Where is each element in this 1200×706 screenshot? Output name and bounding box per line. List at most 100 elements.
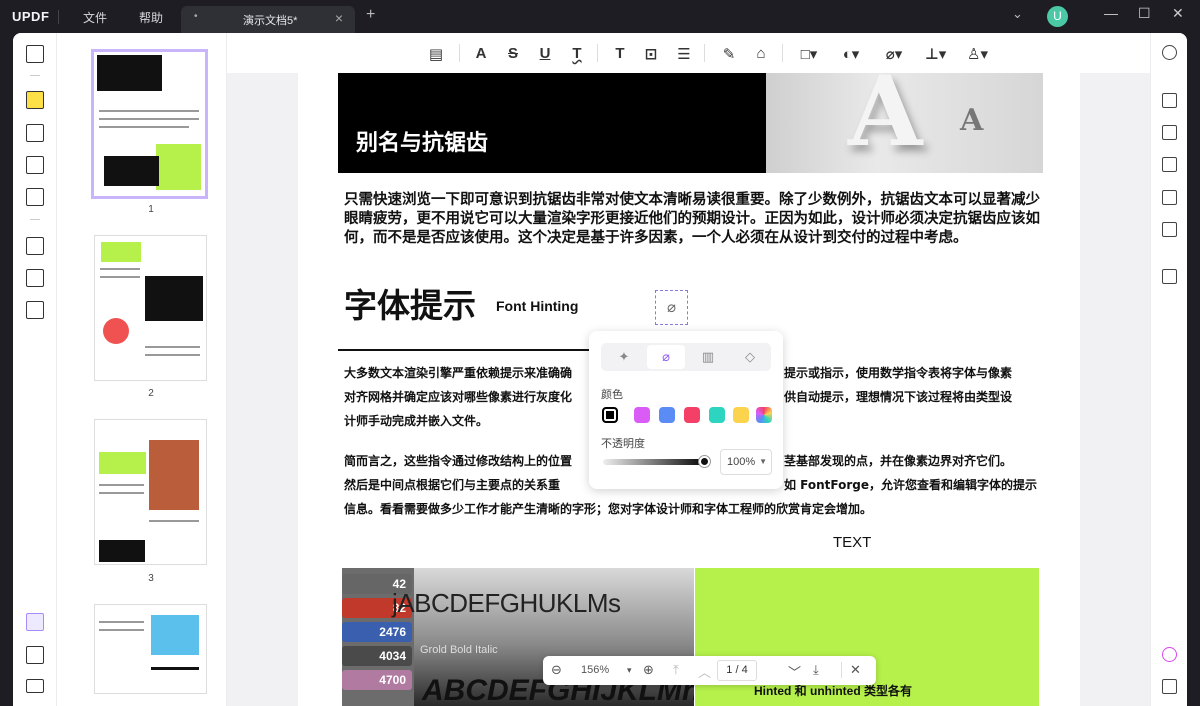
squiggly-icon[interactable]: T (567, 45, 587, 62)
note-icon[interactable]: ☰ (674, 45, 694, 63)
zoom-in-icon[interactable]: ⊕ (643, 662, 654, 678)
eraser-icon[interactable]: ⌂ (751, 45, 771, 62)
protect-icon[interactable] (26, 301, 44, 319)
signature-icon[interactable]: ♙▾ (967, 45, 988, 63)
close-icon[interactable]: ✕ (841, 662, 861, 678)
thumbnail-page-2[interactable] (94, 235, 207, 381)
color-swatch-black[interactable] (602, 407, 618, 423)
attachment-annotation-icon[interactable]: ⌀ (655, 290, 688, 325)
tab-title: 演示文档5* (243, 15, 298, 27)
tab-close-icon[interactable]: × (335, 10, 343, 26)
color-swatch-red[interactable] (684, 407, 700, 423)
opacity-label: 不透明度 (601, 438, 645, 450)
document-tab[interactable]: • 演示文档5* × (181, 6, 355, 33)
section-heading-en: Font Hinting (496, 298, 579, 314)
reader-icon[interactable] (26, 45, 44, 63)
color-swatch-yellow[interactable] (733, 407, 749, 423)
paragraph-line: 简而言之，这些指令通过修改结构上的位置 (344, 454, 573, 468)
strikethrough-icon[interactable]: S (503, 45, 523, 62)
current-page: 1 (726, 664, 733, 676)
zoom-level[interactable]: 156% (581, 664, 609, 676)
last-page-icon[interactable]: ⤓ (813, 662, 819, 678)
text-icon[interactable]: T (610, 45, 630, 62)
opacity-select[interactable]: 100% ▼ (720, 449, 772, 475)
color-swatch-magenta[interactable] (634, 407, 650, 423)
left-toolbar (13, 33, 57, 706)
key-label: 4034 (342, 646, 412, 666)
avatar[interactable]: U (1047, 6, 1068, 27)
menu-file[interactable]: 文件 (83, 9, 107, 26)
right-toolbar (1150, 33, 1187, 706)
edit-pdf-icon[interactable] (26, 124, 44, 142)
next-page-icon[interactable]: ﹀ (788, 662, 801, 681)
maximize-button[interactable]: ☐ (1138, 5, 1151, 22)
underline-icon[interactable]: U (535, 45, 555, 62)
opacity-slider[interactable] (603, 459, 707, 465)
app-logo: UPDF (12, 9, 50, 24)
comment-mode-icon[interactable] (26, 91, 44, 109)
first-page-icon[interactable]: ⤒ (673, 662, 679, 678)
search-icon[interactable] (1162, 45, 1177, 60)
divider (782, 44, 783, 62)
chevron-down-icon: ▼ (759, 457, 767, 466)
page-layout-icon[interactable] (26, 156, 44, 174)
opacity-slider-handle[interactable] (699, 456, 710, 467)
paragraph-line: 茎基部发现的点，并在像素边界对齐它们。 (784, 454, 1013, 468)
stamp-icon[interactable]: ⊥▾ (925, 45, 946, 63)
page-navigation-bar: ⊖ 156% ▾ ⊕ ⤒ ︿ 1 / 4 ﹀ ⤓ ✕ (543, 656, 876, 685)
bookmark-icon[interactable] (26, 646, 44, 664)
protect-file-icon[interactable] (1162, 157, 1177, 172)
icon-type-tabs: ✦ ⌀ ▥ ◇ (601, 343, 771, 371)
layers-icon[interactable] (26, 613, 44, 631)
section-heading: 字体提示 (344, 286, 476, 325)
prev-page-icon[interactable]: ︿ (698, 662, 711, 681)
tag-icon[interactable]: ◇ (731, 345, 769, 369)
thumbnail-page-3[interactable] (94, 419, 207, 565)
thumbnail-number: 3 (148, 573, 154, 584)
color-swatch-teal[interactable] (709, 407, 725, 423)
share-icon[interactable] (1162, 190, 1177, 205)
thumbnail-page-1[interactable] (91, 49, 208, 199)
font-sample-image: 42 82 2476 4034 4700 jABCDEFGHUKLMs Grol… (342, 568, 694, 706)
pencil-icon[interactable]: ✎ (719, 45, 739, 63)
organize-pages-icon[interactable] (26, 237, 44, 255)
opacity-value: 100% (727, 456, 756, 468)
shape-icon[interactable]: □▾ (799, 45, 819, 63)
tabs-dropdown-icon[interactable]: ⌄ (1012, 6, 1023, 22)
new-tab-button[interactable]: + (366, 6, 375, 24)
hero-letter-small: A (960, 103, 984, 138)
ai-assistant-icon[interactable] (1162, 647, 1177, 662)
textbox-icon[interactable]: ⊡ (641, 45, 661, 63)
color-label: 颜色 (601, 389, 623, 401)
thumbnail-number: 1 (148, 204, 154, 215)
attachment-panel-icon[interactable] (26, 679, 44, 693)
paragraph-line: 然后是中间点根据它们与主要点的关系重 (344, 478, 561, 492)
app-frame: 1 2 3 ▤ A S U T T ⊡ ☰ ✎ ⌂ □▾ ◐▾ ⌀▾ ⊥▾ ♙▾… (13, 33, 1187, 706)
minimize-button[interactable]: — (1104, 5, 1118, 21)
page-number-input[interactable]: 1 / 4 (717, 660, 757, 681)
unsaved-dot-icon: • (194, 11, 198, 22)
color-picker-rainbow[interactable] (756, 407, 772, 423)
email-icon[interactable] (1162, 222, 1177, 237)
form-icon[interactable] (26, 188, 44, 206)
key-label: 4700 (342, 670, 412, 690)
close-window-button[interactable]: ✕ (1172, 5, 1184, 22)
zoom-out-icon[interactable]: ⊖ (551, 662, 562, 678)
comment-icon[interactable]: ▤ (426, 45, 446, 63)
highlight-icon[interactable]: A (471, 45, 491, 62)
ocr-icon[interactable] (1162, 93, 1177, 108)
convert-icon[interactable] (1162, 125, 1177, 140)
chevron-down-icon[interactable]: ▾ (627, 665, 632, 676)
save-icon[interactable] (1162, 269, 1177, 284)
document-view: ▤ A S U T T ⊡ ☰ ✎ ⌂ □▾ ◐▾ ⌀▾ ⊥▾ ♙▾ 别名与抗锯… (227, 33, 1150, 706)
crop-icon[interactable] (26, 269, 44, 287)
comments-list-icon[interactable] (1162, 679, 1177, 694)
paragraph-line: 提示或指示，使用数学指令表将字体与像素 (784, 366, 1013, 380)
menu-help[interactable]: 帮助 (139, 9, 163, 26)
paragraph-line: 供自动提示，理想情况下该过程将由类型设 (784, 390, 1013, 404)
clip-icon[interactable]: ⌀ (647, 345, 685, 369)
pin-icon[interactable]: ✦ (605, 345, 643, 369)
thumbnail-page-4[interactable] (94, 604, 207, 694)
chart-icon[interactable]: ▥ (689, 345, 727, 369)
color-swatch-blue[interactable] (659, 407, 675, 423)
